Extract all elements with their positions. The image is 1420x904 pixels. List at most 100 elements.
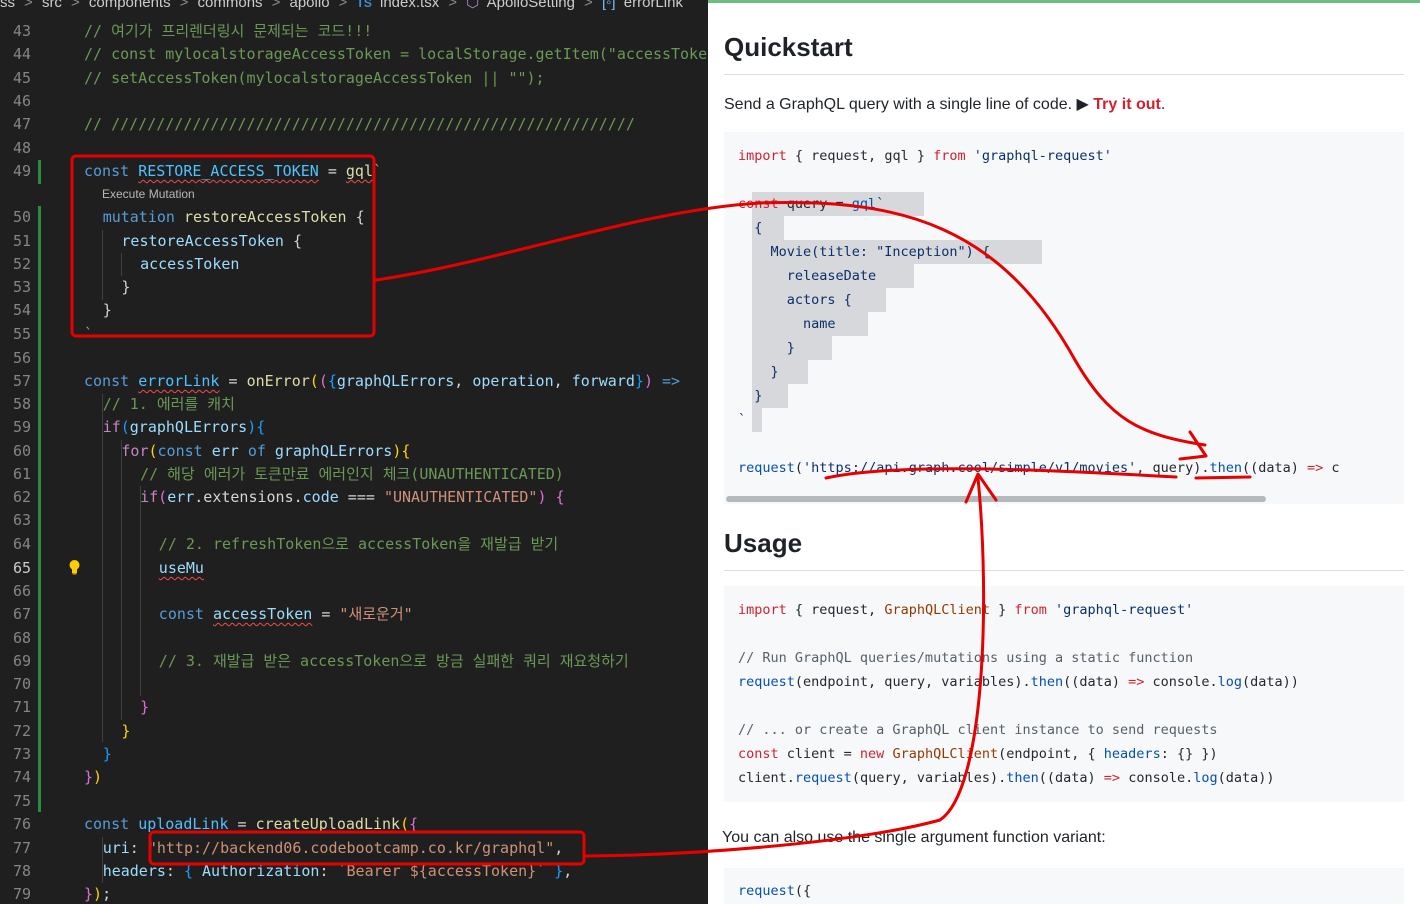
code-token: 'https://api.graph.cool/simple/v1/movies… [803, 460, 1137, 476]
breadcrumb-item[interactable]: apollo [290, 0, 330, 11]
code-token: "http://backend06.codebootcamp.co.kr/gra… [147, 839, 555, 857]
code-line: // Run GraphQL queries/mutations using a… [738, 646, 1193, 670]
code-line: name [738, 312, 836, 336]
code-line[interactable]: 55 ` [0, 323, 708, 346]
code-token: (endpoint, { [998, 746, 1104, 762]
line-number: 58 [12, 395, 31, 413]
code-token: // 3. 재발급 받은 accessToken으로 방금 실패한 쿼리 재요청… [158, 652, 629, 670]
code-line[interactable]: 60 for(const err of graphQLErrors){ [0, 440, 708, 463]
code-token: import [738, 148, 787, 164]
code-token: err [167, 488, 195, 506]
code-line[interactable]: 67 const accessToken = "새로운거" [0, 603, 708, 626]
code-token: : [165, 862, 184, 880]
quickstart-heading: Quickstart [724, 32, 853, 62]
code-line[interactable]: 69 // 3. 재발급 받은 accessToken으로 방금 실패한 쿼리 재… [0, 650, 708, 673]
code-line[interactable]: 64 // 2. refreshToken으로 accessToken을 재발급 … [0, 533, 708, 556]
code-line[interactable]: 72} [0, 720, 708, 743]
breadcrumb-item[interactable]: ApolloSetting [487, 0, 575, 11]
code-token: => [1103, 770, 1121, 786]
code-line[interactable]: 73} [0, 743, 708, 766]
code-line[interactable]: 58 // 1. 에러를 캐치 [0, 393, 708, 416]
line-number: 47 [12, 115, 31, 133]
variant-code-block[interactable]: request({ [724, 868, 1404, 904]
code-line[interactable]: 46 [0, 90, 708, 113]
line-number: 52 [12, 255, 31, 273]
code-line[interactable]: 75 [0, 790, 708, 813]
codelens-execute-mutation[interactable]: Execute Mutation [102, 187, 195, 201]
code-token: (data)) [1217, 770, 1275, 786]
code-line[interactable]: 66 [0, 580, 708, 603]
code-token: Authorization [202, 862, 320, 880]
code-line[interactable]: 56 [0, 347, 708, 370]
code-line[interactable]: 57 const errorLink = onError(({graphQLErr… [0, 370, 708, 393]
quickstart-text: Send a GraphQL query with a single line … [724, 94, 1165, 114]
code-line[interactable]: 65 useMu [0, 557, 708, 580]
code-line[interactable]: 51 restoreAccessToken { [0, 230, 708, 253]
code-line[interactable]: 54} [0, 299, 708, 322]
code-line[interactable]: 49 const RESTORE_ACCESS_TOKEN = gql` [0, 160, 708, 183]
code-token: then [1030, 674, 1064, 690]
code-token: { [355, 208, 365, 226]
code-line[interactable]: 44 // const mylocalstorageAccessToken = l… [0, 43, 708, 66]
code-token: } [545, 862, 564, 880]
breadcrumb-item[interactable]: components [89, 0, 171, 11]
breadcrumb-item[interactable]: ss [0, 0, 15, 11]
code-token: client = [778, 746, 860, 762]
code-line[interactable]: 77 uri: "http://backend06.codebootcamp.co… [0, 837, 708, 860]
code-line[interactable]: 63 [0, 509, 708, 532]
code-token: : [319, 862, 338, 880]
code-editor[interactable]: ss > src > components > commons > apollo > TS… [0, 0, 708, 904]
code-line[interactable]: 62 if(err.extensions.code === "UNAUTHENTI… [0, 486, 708, 509]
breadcrumb-item[interactable]: errorLink [624, 0, 683, 11]
line-number: 73 [12, 745, 31, 763]
code-line[interactable]: 74}) [0, 766, 708, 789]
code-line[interactable]: 61 // 해당 에러가 토큰만료 에러인지 체크(UNAUTHENTICATED… [0, 463, 708, 486]
code-line[interactable]: 45 // setAccessToken(mylocalstorageAccess… [0, 67, 708, 90]
try-it-out-link[interactable]: Try it out [1093, 96, 1161, 113]
code-token: : {} }) [1160, 746, 1218, 762]
scrollbar-thumb[interactable] [726, 496, 1266, 502]
code-line[interactable]: 78 headers: { Authorization: `Bearer ${ac… [0, 860, 708, 883]
code-text: } [140, 696, 149, 719]
code-token: , query). [1136, 460, 1210, 476]
quickstart-code-block[interactable]: import { request, gql } from 'graphql-re… [724, 132, 1404, 502]
code-token: mutation [102, 208, 184, 226]
variant-text: You can also use the single argument fun… [722, 829, 1106, 846]
code-token: new [859, 746, 885, 762]
code-token: forward [571, 372, 635, 390]
code-line: request({ [738, 879, 811, 903]
code-line[interactable]: 68 [0, 627, 708, 650]
code-token: ((data) [1241, 460, 1307, 476]
code-token: } [84, 885, 94, 903]
usage-heading: Usage [724, 528, 803, 558]
code-token: ` [738, 412, 747, 428]
code-line[interactable]: 48 [0, 137, 708, 160]
code-line[interactable]: 50 mutation restoreAccessToken { [0, 206, 708, 229]
line-number: 55 [12, 325, 31, 343]
code-line[interactable]: 52 accessToken [0, 253, 708, 276]
code-line[interactable]: 71} [0, 696, 708, 719]
breadcrumb-item[interactable]: commons [198, 0, 263, 11]
code-line[interactable]: 59 if(graphQLErrors){ [0, 416, 708, 439]
code-line[interactable]: 47 // ///////////////////////////////////… [0, 113, 708, 136]
code-text: }) [84, 766, 102, 789]
code-line[interactable]: 79}); [0, 883, 708, 904]
code-line[interactable]: 53} [0, 276, 708, 299]
usage-code-block[interactable]: import { request, GraphQLClient } from '… [724, 586, 1404, 802]
line-number: 45 [12, 69, 31, 87]
code-token: , [454, 372, 473, 390]
line-number: 62 [12, 488, 31, 506]
code-token: { [409, 815, 419, 833]
code-token: uri [102, 839, 130, 857]
code-line: Movie(title: "Inception") { [738, 240, 990, 264]
code-line[interactable]: 43 // 여기가 프리렌더링시 문제되는 코드!!! [0, 20, 708, 43]
breadcrumb-item[interactable]: src [42, 0, 62, 11]
breadcrumb: ss > src > components > commons > apollo > TS… [0, 0, 687, 11]
code-token: : [129, 839, 148, 857]
horizontal-scrollbar[interactable] [724, 494, 1404, 504]
code-line[interactable]: 76 const uploadLink = createUploadLink({ [0, 813, 708, 836]
code-line[interactable]: 70 [0, 673, 708, 696]
code-text: } [103, 743, 112, 766]
code-token: = [219, 372, 247, 390]
breadcrumb-item[interactable]: index.tsx [380, 0, 439, 11]
